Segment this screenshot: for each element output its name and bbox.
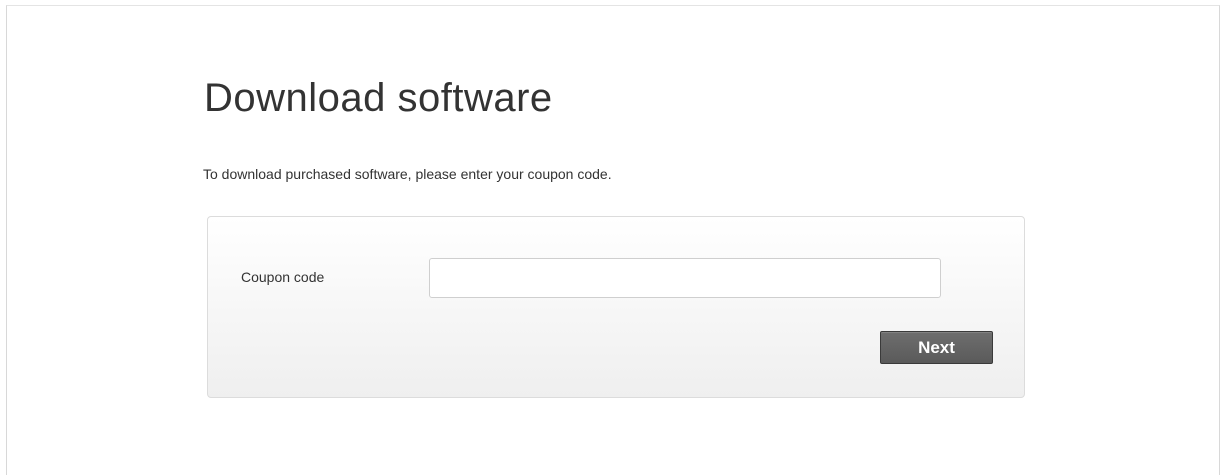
intro-text: To download purchased software, please e… — [203, 166, 612, 182]
coupon-code-label: Coupon code — [241, 269, 325, 285]
next-button[interactable]: Next — [880, 331, 993, 364]
page-title: Download software — [204, 76, 553, 120]
coupon-code-input[interactable] — [429, 258, 941, 298]
content-frame: Download software To download purchased … — [6, 5, 1220, 475]
coupon-form-panel: Coupon code Next — [207, 216, 1025, 398]
